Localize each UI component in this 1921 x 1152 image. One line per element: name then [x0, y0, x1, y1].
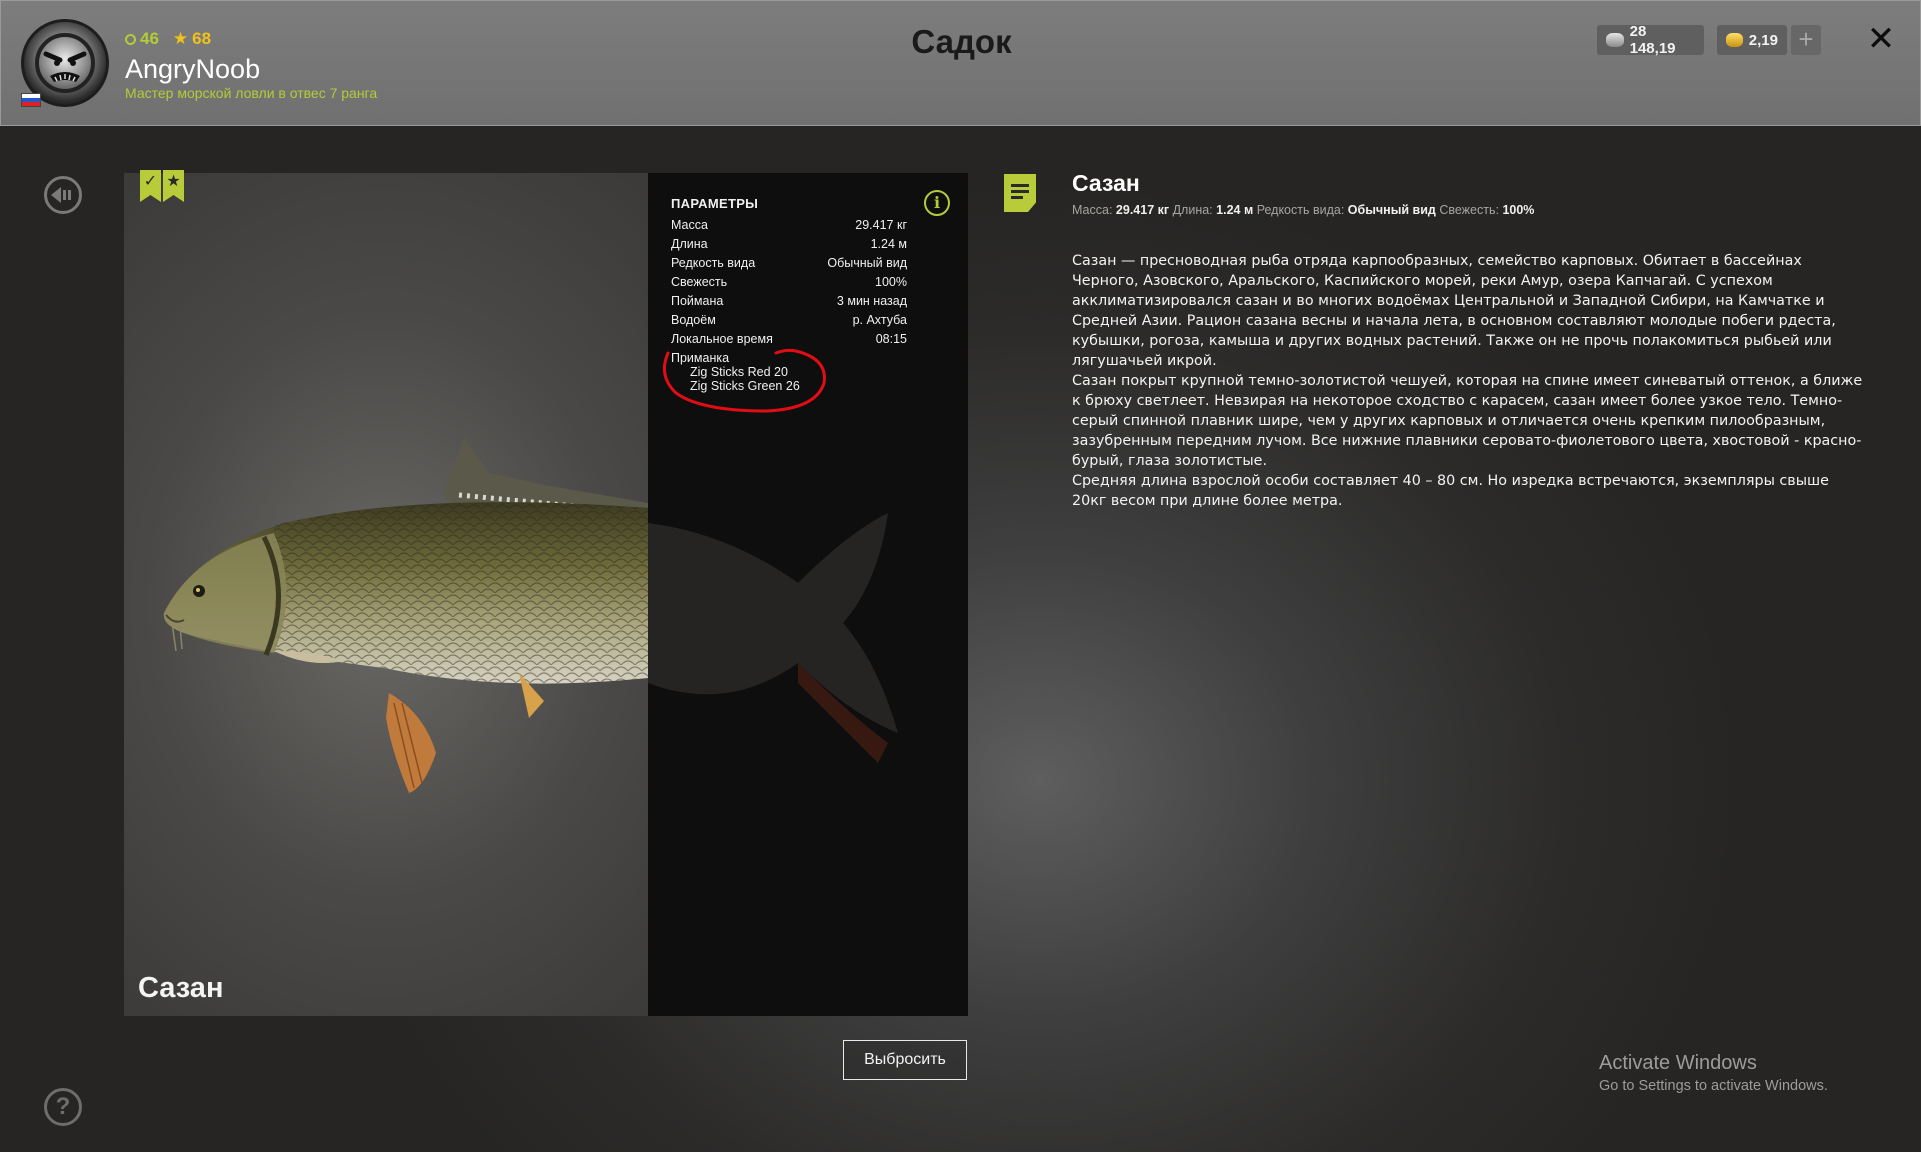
activation-watermark-subtitle: Go to Settings to activate Windows.	[1599, 1078, 1828, 1094]
gold-balance: 2,19	[1717, 25, 1787, 55]
description-paragraph: Средняя длина взрослой особи составляет …	[1072, 473, 1829, 509]
description-title: Сазан	[1072, 170, 1140, 196]
param-value: 29.417 кг	[855, 218, 907, 232]
parameters-title: ПАРАМЕТРЫ	[671, 196, 759, 211]
param-label: Свежесть	[671, 275, 728, 289]
param-row: Редкость вида Обычный вид	[671, 256, 907, 270]
discard-button[interactable]: Выбросить	[843, 1040, 967, 1080]
gold-amount: 2,19	[1748, 31, 1778, 49]
param-label: Масса	[671, 218, 708, 232]
param-row: Водоём р. Ахтуба	[671, 313, 907, 327]
back-button[interactable]	[44, 176, 82, 214]
description-paragraph: Сазан покрыт крупной темно-золотистой че…	[1072, 373, 1863, 469]
silver-balance: 28 148,19	[1597, 23, 1704, 57]
param-row: Длина 1.24 м	[671, 237, 907, 251]
param-value: 08:15	[875, 332, 907, 346]
param-label: Поймана	[671, 294, 724, 308]
param-value: р. Ахтуба	[852, 313, 907, 327]
fish-name-label: Сазан	[138, 972, 224, 1004]
meta-length-label: Длина:	[1172, 203, 1213, 217]
param-row: Свежесть 100%	[671, 275, 907, 289]
activation-watermark-title: Activate Windows	[1599, 1052, 1757, 1074]
star-badge-icon: ★	[163, 170, 184, 202]
meta-freshness: 100%	[1502, 203, 1535, 217]
param-label: Длина	[671, 237, 708, 251]
help-icon: ?	[55, 1093, 71, 1120]
meta-freshness-label: Свежесть:	[1439, 203, 1499, 217]
parameters-panel: ПАРАМЕТРЫ i Масса 29.417 кг Длина 1.24 м…	[648, 173, 968, 1016]
param-row: Масса 29.417 кг	[671, 218, 907, 232]
param-label: Редкость вида	[671, 256, 756, 270]
note-icon	[1004, 174, 1036, 212]
gold-coin-icon	[1726, 33, 1743, 47]
info-icon[interactable]: i	[924, 190, 950, 216]
country-flag-icon	[21, 93, 41, 107]
param-value: 3 мин назад	[836, 294, 907, 308]
meta-length: 1.24 м	[1216, 203, 1254, 217]
add-currency-button[interactable]: +	[1791, 25, 1821, 55]
red-annotation-circle	[662, 348, 826, 413]
description-body: Сазан — пресноводная рыба отряда карпооб…	[1072, 251, 1867, 511]
param-value: 1.24 м	[870, 237, 907, 251]
fish-viewer[interactable]: Сазан	[124, 173, 648, 1016]
fish-badges: ✓ ★	[140, 170, 184, 202]
silver-coin-icon	[1606, 33, 1624, 47]
param-value: Обычный вид	[827, 256, 907, 270]
top-bar: 46 ★ 68 AngryNoob Мастер морской ловли в…	[0, 0, 1921, 126]
user-title: Мастер морской ловли в отвес 7 ранга	[125, 85, 378, 101]
back-arrow-icon	[51, 187, 71, 203]
meta-mass-label: Масса:	[1072, 203, 1113, 217]
check-badge-icon: ✓	[140, 170, 161, 202]
silver-amount: 28 148,19	[1629, 23, 1676, 57]
close-button[interactable]: ✕	[1863, 21, 1899, 57]
meta-rarity: Обычный вид	[1347, 203, 1436, 217]
param-value: 100%	[875, 275, 907, 289]
meta-rarity-label: Редкость вида:	[1256, 203, 1345, 217]
description-meta: Масса: 29.417 кг Длина: 1.24 м Редкость …	[1072, 203, 1534, 217]
description-paragraph: Сазан — пресноводная рыба отряда карпооб…	[1072, 253, 1836, 369]
help-button[interactable]: ?	[44, 1088, 82, 1126]
meta-mass: 29.417 кг	[1115, 203, 1170, 217]
param-row: Поймана 3 мин назад	[671, 294, 907, 308]
param-label: Водоём	[671, 313, 716, 327]
fish-tail-silhouette	[648, 513, 898, 763]
carp-fish-image	[163, 438, 648, 793]
